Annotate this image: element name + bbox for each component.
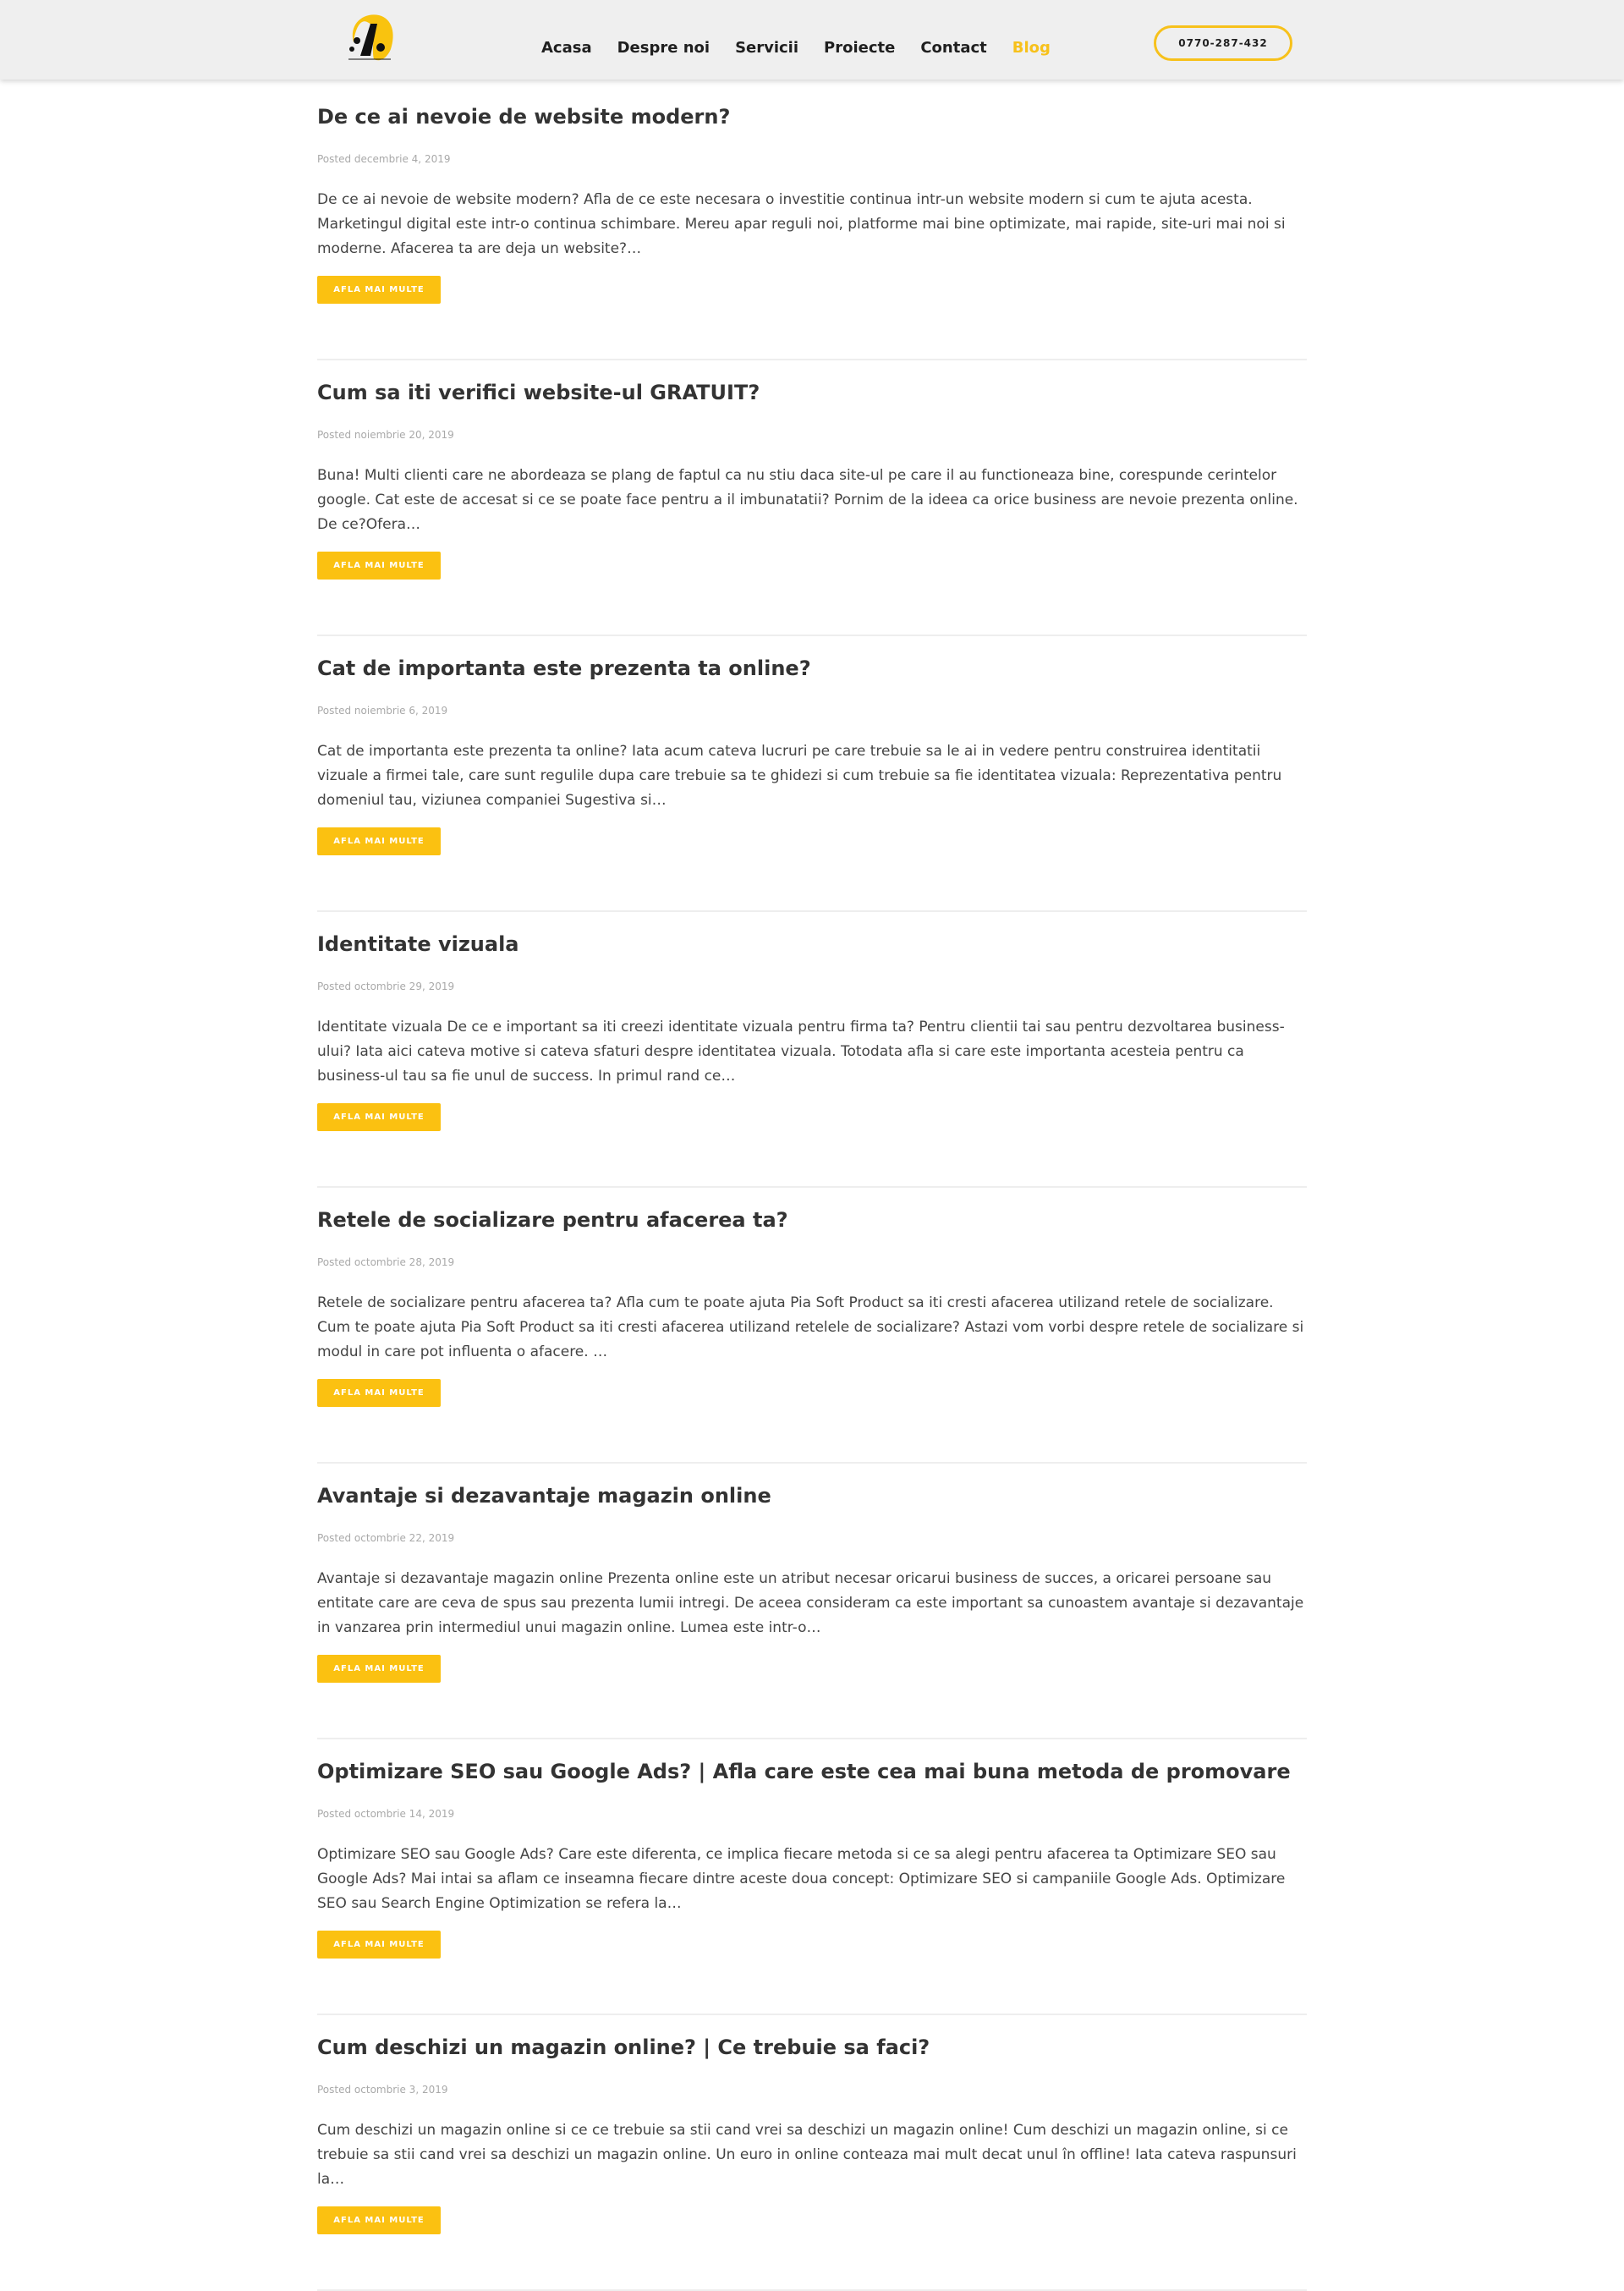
post-date: Posted noiembrie 6, 2019 bbox=[317, 705, 448, 717]
post-excerpt: De ce ai nevoie de website modern? Afla … bbox=[317, 191, 1286, 257]
phone-button[interactable]: 0770-287-432 bbox=[1154, 25, 1292, 61]
pia-soft-logo[interactable] bbox=[342, 8, 398, 69]
main-nav: Acasa Despre noi Servicii Proiecte Conta… bbox=[541, 36, 1076, 58]
nav-item-blog[interactable]: Blog bbox=[1012, 39, 1051, 57]
blog-post: Cum sa iti verifici website-ul GRATUIT? … bbox=[317, 360, 1307, 636]
nav-item-contact[interactable]: Contact bbox=[920, 39, 986, 57]
read-more-button[interactable]: AFLA MAI MULTE bbox=[317, 552, 441, 580]
logo-icon bbox=[348, 14, 393, 61]
read-more-button[interactable]: AFLA MAI MULTE bbox=[317, 827, 441, 855]
post-date: Posted octombrie 29, 2019 bbox=[317, 981, 455, 992]
read-more-button[interactable]: AFLA MAI MULTE bbox=[317, 276, 441, 304]
blog-post: De ce ai nevoie de website modern? Poste… bbox=[317, 85, 1307, 360]
post-title-link[interactable]: De ce ai nevoie de website modern? bbox=[317, 105, 1307, 129]
post-excerpt: Cum deschizi un magazin online si ce ce … bbox=[317, 2122, 1297, 2188]
post-excerpt: Buna! Multi clienti care ne abordeaza se… bbox=[317, 467, 1298, 533]
post-date: Posted octombrie 3, 2019 bbox=[317, 2084, 448, 2096]
post-title-link[interactable]: Cum sa iti verifici website-ul GRATUIT? bbox=[317, 381, 1307, 404]
post-excerpt: Identitate vizuala De ce e important sa … bbox=[317, 1019, 1285, 1085]
post-excerpt: Avantaje si dezavantaje magazin online P… bbox=[317, 1570, 1304, 1636]
post-date: Posted octombrie 14, 2019 bbox=[317, 1808, 455, 1820]
read-more-button[interactable]: AFLA MAI MULTE bbox=[317, 1931, 441, 1959]
post-title-link[interactable]: Optimizare SEO sau Google Ads? | Afla ca… bbox=[317, 1760, 1307, 1783]
nav-item-acasa[interactable]: Acasa bbox=[541, 39, 592, 57]
blog-post: Identitate vizuala Posted octombrie 29, … bbox=[317, 912, 1307, 1188]
nav-item-proiecte[interactable]: Proiecte bbox=[824, 39, 895, 57]
read-more-button[interactable]: AFLA MAI MULTE bbox=[317, 1379, 441, 1407]
read-more-button[interactable]: AFLA MAI MULTE bbox=[317, 2206, 441, 2234]
blog-post: Cum deschizi un magazin online? | Ce tre… bbox=[317, 2015, 1307, 2291]
read-more-button[interactable]: AFLA MAI MULTE bbox=[317, 1655, 441, 1683]
blog-post: Cat de importanta este prezenta ta onlin… bbox=[317, 636, 1307, 912]
post-date: Posted octombrie 28, 2019 bbox=[317, 1256, 455, 1268]
blog-post: Retele de socializare pentru afacerea ta… bbox=[317, 1188, 1307, 1464]
blog-post: Optimizare SEO sau Google Ads? | Afla ca… bbox=[317, 1739, 1307, 2015]
blog-post: Avantaje si dezavantaje magazin online P… bbox=[317, 1464, 1307, 1739]
post-title-link[interactable]: Cat de importanta este prezenta ta onlin… bbox=[317, 657, 1307, 680]
post-excerpt: Cat de importanta este prezenta ta onlin… bbox=[317, 743, 1282, 809]
nav-item-servicii[interactable]: Servicii bbox=[735, 39, 798, 57]
site-header: Acasa Despre noi Servicii Proiecte Conta… bbox=[0, 0, 1624, 80]
post-title-link[interactable]: Identitate vizuala bbox=[317, 932, 1307, 956]
post-date: Posted noiembrie 20, 2019 bbox=[317, 429, 454, 441]
post-date: Posted octombrie 22, 2019 bbox=[317, 1532, 455, 1544]
post-excerpt: Optimizare SEO sau Google Ads? Care este… bbox=[317, 1846, 1286, 1912]
post-date: Posted decembrie 4, 2019 bbox=[317, 153, 451, 165]
post-title-link[interactable]: Avantaje si dezavantaje magazin online bbox=[317, 1484, 1307, 1508]
post-excerpt: Retele de socializare pentru afacerea ta… bbox=[317, 1294, 1304, 1360]
post-title-link[interactable]: Cum deschizi un magazin online? | Ce tre… bbox=[317, 2036, 1307, 2059]
nav-item-despre-noi[interactable]: Despre noi bbox=[617, 39, 710, 57]
read-more-button[interactable]: AFLA MAI MULTE bbox=[317, 1103, 441, 1131]
post-title-link[interactable]: Retele de socializare pentru afacerea ta… bbox=[317, 1208, 1307, 1232]
blog-post-list: De ce ai nevoie de website modern? Poste… bbox=[317, 85, 1307, 2291]
